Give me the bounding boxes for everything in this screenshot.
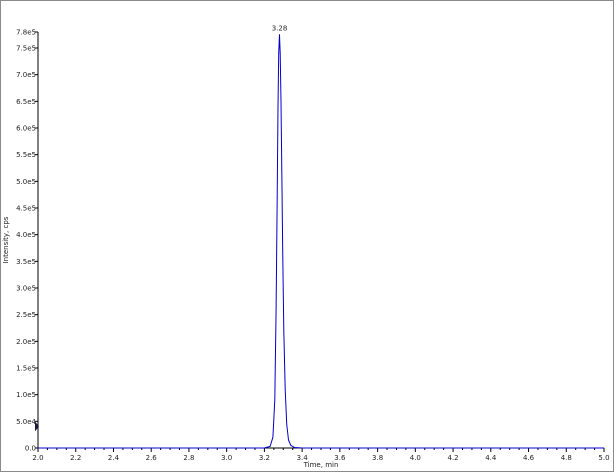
x-tick-label: 4.0 [410,454,421,462]
series-point [274,399,276,401]
series-point [284,388,286,390]
y-tick-label: 6.5e5 [16,98,36,106]
y-tick-label: 3.5e5 [16,258,36,266]
series-line [38,34,604,449]
series-point [283,330,285,332]
y-axis-ticks: 0.0 5.0e4 1.0e5 1.5e5 2.0e5 2.5e5 3.0e5 3.5e5 4.… [16,29,38,453]
x-tick-label: 2.0 [32,454,43,462]
x-tick-label: 4.4 [485,454,497,462]
series-point [279,52,281,54]
x-tick-label: 3.2 [259,454,270,462]
y-tick-label: 4.5e5 [16,205,36,213]
series-point [282,250,284,252]
y-tick-label: 5.5e5 [16,151,36,159]
y-tick-label: 2.0e5 [16,338,36,346]
series-point [281,170,283,172]
series-point [37,447,39,449]
series-point [280,100,282,102]
x-tick-label: 4.8 [561,454,572,462]
series-point [269,446,271,447]
series-point [290,444,292,446]
x-axis-ticks: 2.0 2.2 2.4 2.6 2.8 3.0 3.2 3.4 3.6 3.8 4.0 4.2 4.4 4… [32,448,610,462]
y-tick-label: 3.0e5 [16,285,36,293]
series-point [294,447,295,448]
x-tick-label: 4.2 [447,454,458,462]
y-tick-label: 5.0e5 [16,178,36,186]
series-point [286,423,288,425]
y-tick-label: 7.0e5 [16,71,36,79]
series-point [288,439,289,441]
series-point [301,447,303,449]
y-tick-label: 1.0e5 [16,391,36,399]
x-axis-title: Time, min [303,461,339,469]
chromatogram-chart: 2.0 2.2 2.4 2.6 2.8 3.0 3.2 3.4 3.6 3.8 4.0 4.2 4.4 4… [2,25,610,469]
series-point [279,34,280,36]
series-point [276,196,278,198]
series-point [272,436,274,438]
x-tick-label: 2.6 [146,454,158,462]
x-tick-label: 2.4 [108,454,120,462]
y-tick-label: 2.5e5 [16,311,36,319]
peak-label: 3.28 [272,25,288,33]
y-tick-label: 7.5e5 [16,45,36,53]
y-tick-label: 4.0e5 [16,231,36,239]
series-point [275,308,277,310]
x-tick-label: 3.0 [221,454,232,462]
series-point [603,447,605,449]
series-point [277,106,279,108]
x-tick-label: 4.6 [523,454,535,462]
y-axis-title: Intensity, cps [2,216,10,263]
series-layer [37,34,605,449]
y-tick-label: 7.8e5 [16,29,36,37]
y-tick-label: 6.0e5 [16,125,36,133]
annotation-layer: 3.28 [272,25,288,33]
series-point [278,52,280,54]
x-tick-label: 2.2 [70,454,81,462]
y-tick-label: 0.0 [25,445,36,453]
y-tick-label: 1.5e5 [16,365,36,373]
series-point [264,447,265,449]
x-tick-label: 3.8 [372,454,383,462]
x-tick-label: 5.0 [598,454,609,462]
x-tick-label: 2.8 [183,454,194,462]
y-tick-label: 5.0e4 [16,418,36,426]
